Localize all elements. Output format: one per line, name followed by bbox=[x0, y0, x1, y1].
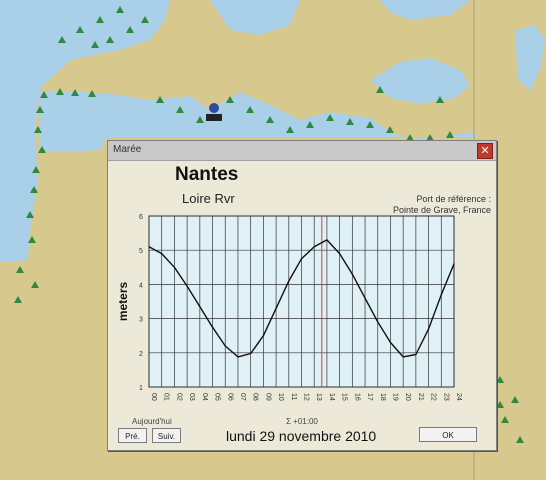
ok-button[interactable]: OK bbox=[419, 427, 477, 442]
x-tick-label: 21 bbox=[417, 393, 424, 401]
x-tick-label: 04 bbox=[201, 393, 208, 401]
tide-point bbox=[415, 353, 417, 356]
x-tick-label: 11 bbox=[290, 393, 297, 400]
tide-point bbox=[326, 239, 328, 241]
x-tick-label: 00 bbox=[150, 393, 157, 401]
tide-point bbox=[148, 246, 150, 248]
tide-point bbox=[339, 253, 341, 255]
tide-point bbox=[275, 307, 277, 309]
tide-point bbox=[440, 294, 442, 296]
tide-point bbox=[288, 280, 290, 282]
x-tick-label: 07 bbox=[239, 393, 246, 401]
x-tick-label: 23 bbox=[442, 393, 449, 401]
x-tick-label: 06 bbox=[226, 393, 233, 401]
x-tick-label: 05 bbox=[214, 393, 221, 401]
x-tick-label: 10 bbox=[277, 393, 284, 401]
tide-point bbox=[186, 285, 188, 287]
place-name: Nantes bbox=[175, 164, 239, 185]
tide-point bbox=[453, 263, 455, 265]
y-tick-label: 4 bbox=[139, 282, 143, 289]
x-tick-label: 22 bbox=[430, 393, 437, 401]
tide-point bbox=[427, 328, 430, 330]
y-axis-label: meters bbox=[116, 281, 130, 321]
y-tick-label: 3 bbox=[139, 317, 143, 324]
x-tick-label: 13 bbox=[315, 393, 322, 401]
tide-point bbox=[224, 345, 226, 347]
tide-dialog: Marée ✕ Nantes Loire Rvr Port de référen… bbox=[107, 140, 497, 451]
tide-point bbox=[250, 352, 252, 355]
previous-day-button[interactable]: Pré. bbox=[118, 428, 147, 443]
tide-point bbox=[237, 356, 239, 358]
x-tick-label: 01 bbox=[163, 393, 170, 401]
x-tick-label: 12 bbox=[303, 393, 310, 401]
tide-point bbox=[199, 306, 201, 308]
x-tick-label: 16 bbox=[353, 393, 360, 401]
tide-point bbox=[262, 335, 264, 337]
dialog-titlebar[interactable]: Marée ✕ bbox=[108, 141, 496, 161]
tide-point bbox=[351, 273, 353, 275]
x-tick-label: 09 bbox=[264, 393, 271, 401]
today-label: Aujourd'hui bbox=[132, 417, 172, 426]
x-tick-label: 08 bbox=[252, 393, 259, 401]
x-tick-label: 18 bbox=[379, 393, 386, 401]
x-tick-label: 03 bbox=[188, 393, 195, 401]
y-tick-label: 1 bbox=[139, 385, 143, 392]
x-tick-label: 02 bbox=[175, 393, 182, 401]
x-tick-label: 15 bbox=[341, 393, 348, 401]
tide-point bbox=[389, 341, 392, 344]
x-tick-label: 17 bbox=[366, 393, 373, 401]
tide-point bbox=[402, 356, 404, 358]
x-tick-label: 14 bbox=[328, 393, 335, 401]
reference-line-1: Port de référence : bbox=[416, 194, 491, 204]
tide-chart: 00 01 02 03 04 05 06 07 08 09 10 11 12 13 14 15 16 17 18 19… bbox=[116, 214, 462, 401]
y-tick-label: 2 bbox=[139, 351, 143, 358]
tide-point bbox=[211, 326, 214, 328]
close-button[interactable]: ✕ bbox=[477, 143, 493, 159]
tide-point bbox=[377, 321, 379, 323]
y-tick-label: 6 bbox=[139, 214, 143, 221]
tide-point bbox=[161, 253, 163, 255]
tide-point bbox=[300, 258, 303, 260]
next-day-button[interactable]: Suiv. bbox=[152, 428, 181, 443]
dialog-title: Marée bbox=[113, 144, 142, 155]
timezone-label: Σ +01:00 bbox=[286, 417, 318, 426]
tide-point bbox=[364, 297, 366, 299]
x-tick-label: 19 bbox=[391, 393, 398, 401]
tide-point bbox=[173, 266, 176, 268]
x-tick-label: 24 bbox=[455, 393, 462, 401]
tide-point bbox=[313, 246, 315, 248]
x-tick-label: 20 bbox=[404, 393, 411, 401]
y-tick-label: 5 bbox=[139, 248, 143, 255]
river-name: Loire Rvr bbox=[182, 191, 235, 206]
tide-date: lundi 29 novembre 2010 bbox=[226, 428, 377, 444]
